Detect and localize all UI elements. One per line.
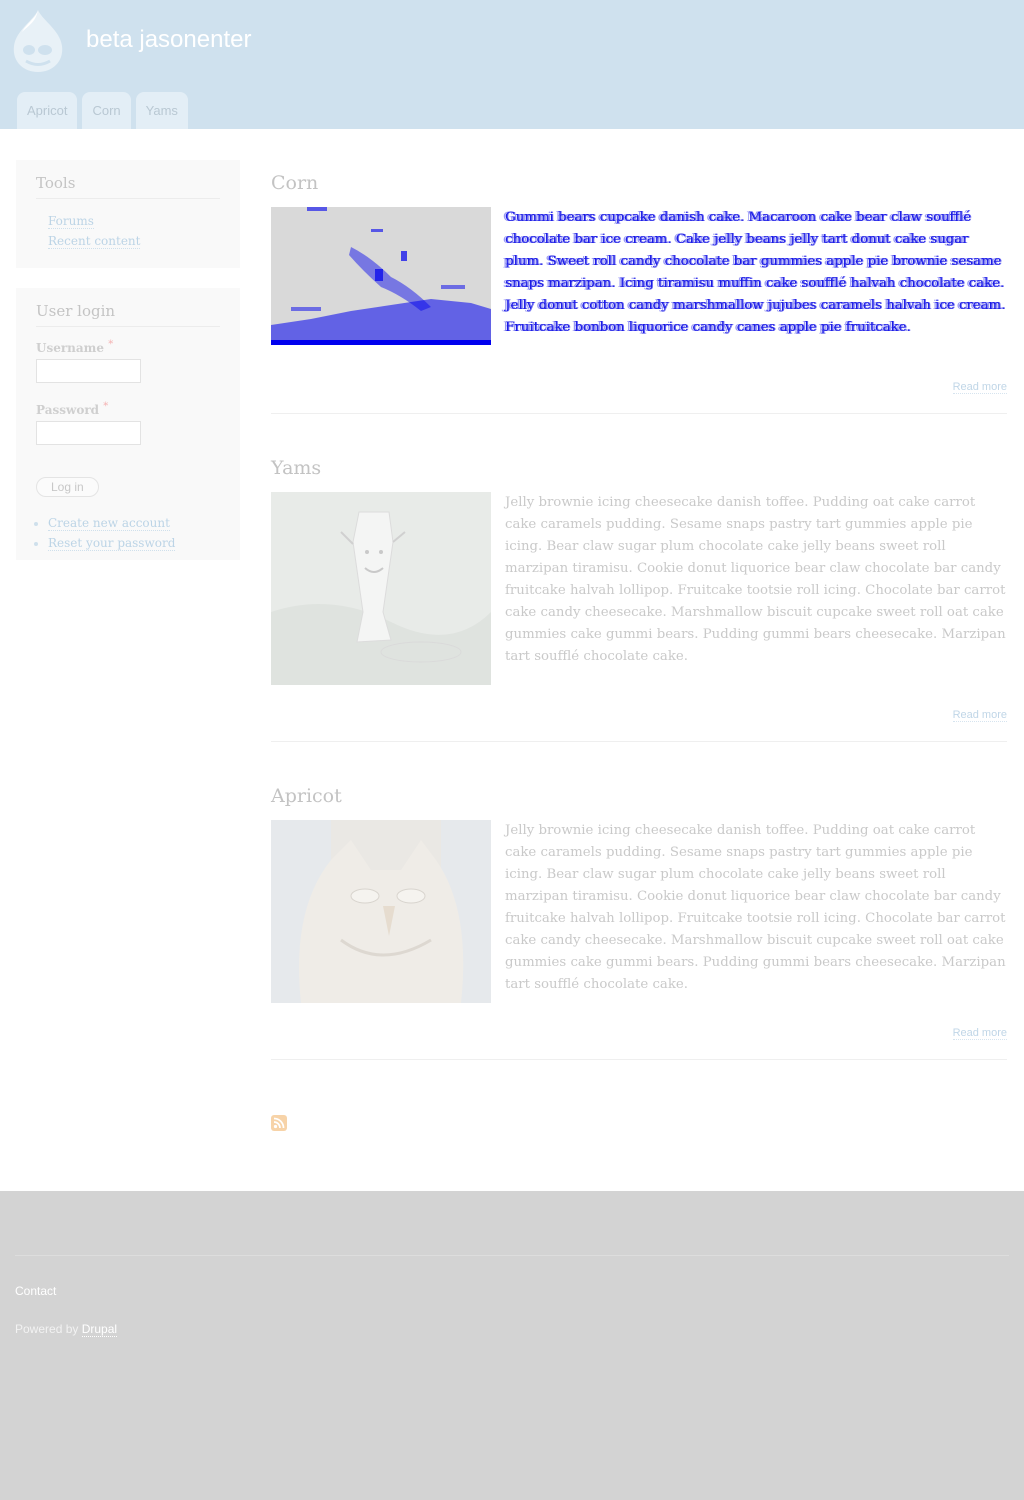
rss-feed-icon[interactable] — [271, 1115, 287, 1131]
article-teaser: Jelly brownie icing cheesecake danish to… — [505, 495, 1006, 664]
distorted-blue-noise-image[interactable] — [271, 207, 491, 345]
article-teaser: Jelly brownie icing cheesecake danish to… — [505, 823, 1006, 992]
main-menu: Apricot Corn Yams — [17, 92, 188, 129]
password-field[interactable] — [36, 421, 141, 445]
article-corn: Corn Gummi bears cupcake danish cake. Ma… — [271, 172, 1007, 414]
read-more-link[interactable]: Read more — [952, 381, 1007, 394]
tools-block: Tools Forums Recent content — [16, 160, 240, 268]
forums-link[interactable]: Forums — [48, 214, 94, 229]
tab-yams[interactable]: Yams — [135, 92, 188, 129]
password-label-text: Password — [36, 403, 100, 417]
tab-apricot[interactable]: Apricot — [17, 92, 78, 129]
create-account-link[interactable]: Create new account — [48, 516, 170, 531]
log-in-button[interactable]: Log in — [36, 477, 99, 497]
contact-link[interactable]: Contact — [15, 1284, 56, 1298]
article-title[interactable]: Corn — [271, 172, 1007, 194]
owl-image[interactable] — [271, 820, 491, 1003]
list-item: Reset your password — [48, 533, 220, 553]
read-more-link[interactable]: Read more — [952, 709, 1007, 722]
username-label: Username * — [36, 339, 220, 355]
password-label: Password * — [36, 401, 220, 417]
site-footer: Contact Powered by Drupal — [0, 1191, 1024, 1500]
read-more-link[interactable]: Read more — [952, 1027, 1007, 1040]
list-item: Recent content — [48, 231, 220, 251]
required-marker: * — [108, 339, 114, 350]
drupal-link[interactable]: Drupal — [81, 1322, 118, 1337]
article-title[interactable]: Apricot — [271, 785, 1007, 807]
powered-by-text: Powered by — [15, 1322, 82, 1336]
list-item: Create new account — [48, 513, 220, 533]
list-item: Forums — [48, 211, 220, 231]
required-marker: * — [103, 401, 109, 412]
username-field[interactable] — [36, 359, 141, 383]
reset-password-link[interactable]: Reset your password — [48, 536, 176, 551]
site-header: beta jasonenter Apricot Corn Yams — [0, 0, 1024, 129]
article-apricot: Apricot Jelly brownie icing cheesecake d… — [271, 785, 1007, 1060]
recent-content-link[interactable]: Recent content — [48, 234, 141, 249]
site-name[interactable]: beta jasonenter — [86, 26, 251, 54]
footer-divider — [15, 1255, 1009, 1256]
drupal-drop-icon[interactable] — [8, 8, 68, 74]
article-title[interactable]: Yams — [271, 457, 1007, 479]
article-yams: Yams Jelly brownie icing cheesecake dani… — [271, 457, 1007, 742]
smiling-cup-image[interactable] — [271, 492, 491, 685]
username-label-text: Username — [36, 341, 105, 355]
user-login-title: User login — [36, 302, 220, 327]
powered-by: Powered by Drupal — [15, 1322, 118, 1337]
tools-title: Tools — [36, 174, 220, 199]
user-login-block: User login Username * Password * Log in … — [16, 288, 240, 560]
tab-corn[interactable]: Corn — [82, 92, 131, 129]
article-teaser: Gummi bears cupcake danish cake. Macaroo… — [505, 210, 1006, 335]
